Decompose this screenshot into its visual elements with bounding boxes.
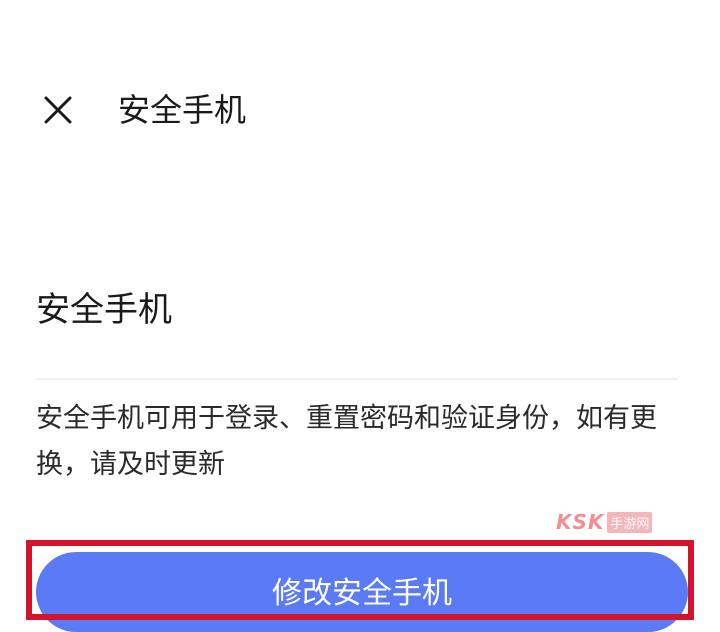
watermark-logo: KSK 手游网 — [556, 510, 653, 534]
close-icon — [44, 96, 72, 124]
section-title: 安全手机 — [36, 290, 172, 330]
description-text: 安全手机可用于登录、重置密码和验证身份，如有更换，请及时更新 — [36, 403, 657, 480]
page-title: 安全手机 — [118, 91, 247, 129]
highlight-annotation — [26, 540, 694, 620]
divider — [36, 378, 678, 380]
watermark-logo-text: KSK — [556, 510, 605, 534]
close-button[interactable] — [36, 88, 80, 132]
top-bar: 安全手机 — [0, 78, 720, 138]
watermark-tag: 手游网 — [607, 511, 653, 533]
